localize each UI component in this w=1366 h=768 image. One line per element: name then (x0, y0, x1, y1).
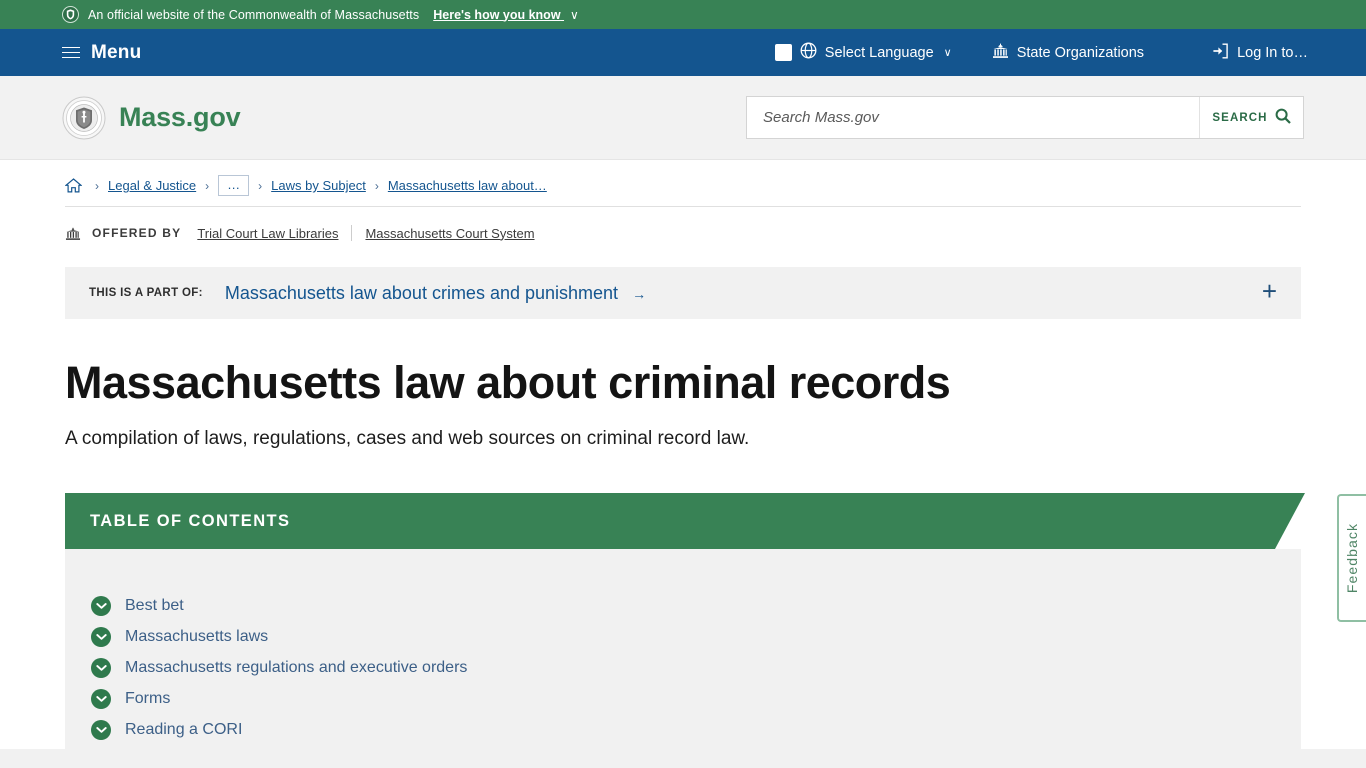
toc-header-row: TABLE OF CONTENTS (65, 493, 1305, 550)
official-site-text: An official website of the Commonwealth … (88, 7, 420, 22)
breadcrumb-separator: › (205, 178, 210, 193)
main-menu-button[interactable]: Menu (62, 42, 141, 64)
toc-list: Best bet Massachusetts laws Massachusett… (65, 590, 1301, 745)
toc-heading: TABLE OF CONTENTS (90, 511, 291, 530)
page-header: Massachusetts law about criminal records… (65, 319, 1301, 453)
toc-item-massachusetts-laws[interactable]: Massachusetts laws (91, 621, 1301, 652)
chevron-down-circle-icon (91, 657, 111, 678)
offered-by-label: OFFERED BY (92, 226, 182, 240)
search-icon (1275, 108, 1291, 127)
chevron-down-circle-icon (91, 719, 111, 740)
toc-header: TABLE OF CONTENTS (65, 493, 1275, 550)
login-arrow-icon (1212, 43, 1229, 63)
part-of-parent-label: Massachusetts law about crimes and punis… (224, 282, 619, 303)
globe-icon (800, 42, 817, 63)
site-masthead: Mass.gov SEARCH (0, 76, 1366, 160)
toc-item-massachusetts-regulations[interactable]: Massachusetts regulations and executive … (91, 652, 1301, 683)
capitol-icon (992, 43, 1009, 63)
log-in-button[interactable]: Log In to… (1192, 43, 1308, 63)
chevron-down-circle-icon (91, 688, 111, 709)
search-input[interactable] (747, 97, 1199, 138)
page-title: Massachusetts law about criminal records (65, 357, 951, 408)
toc-item-reading-a-cori[interactable]: Reading a CORI (91, 714, 1301, 745)
log-in-label: Log In to… (1237, 44, 1308, 61)
breadcrumb-expand-button[interactable]: … (218, 175, 250, 196)
page-content: › Legal & Justice › … › Laws by Subject … (0, 160, 1366, 768)
select-language-button[interactable]: G Select Language ∨ (774, 42, 972, 63)
breadcrumb-home-icon[interactable] (65, 178, 86, 193)
chevron-down-circle-icon (91, 595, 111, 616)
part-of-label: THIS IS A PART OF: (89, 287, 203, 299)
offered-by: OFFERED BY Trial Court Law Libraries Mas… (65, 207, 1301, 251)
toc-item-best-bet[interactable]: Best bet (91, 590, 1301, 621)
search-button-label: SEARCH (1212, 111, 1268, 124)
utility-nav-right: G Select Language ∨ State Organizations … (774, 42, 1366, 63)
offered-by-org-massachusetts-court-system[interactable]: Massachusetts Court System (365, 226, 534, 241)
offered-by-divider (351, 225, 353, 241)
toc-item-label: Forms (125, 689, 171, 707)
toc-header-skew-decoration (1275, 493, 1305, 550)
plus-icon[interactable]: + (1258, 278, 1281, 308)
toc-item-label: Reading a CORI (125, 720, 243, 738)
breadcrumb-separator: › (374, 178, 379, 193)
search-submit-button[interactable]: SEARCH (1199, 97, 1303, 138)
utility-nav-left: Menu (0, 42, 141, 64)
heres-how-you-know-toggle[interactable]: Here's how you know ∨ (433, 8, 579, 22)
capitol-icon (65, 226, 81, 241)
chevron-down-icon: ∨ (943, 47, 952, 59)
heres-how-you-know-label: Here's how you know (433, 7, 561, 22)
toc-item-forms[interactable]: Forms (91, 683, 1301, 714)
arrow-right-icon: → (632, 285, 647, 302)
feedback-tab-button[interactable]: Feedback (1337, 494, 1366, 622)
utility-navigation: Menu G Select Language ∨ State Organizat… (0, 29, 1366, 76)
google-translate-icon: G (774, 44, 792, 61)
state-organizations-button[interactable]: State Organizations (972, 43, 1164, 63)
feedback-label: Feedback (1344, 522, 1361, 594)
breadcrumb-separator: › (258, 178, 263, 193)
page-background-filler (0, 749, 1366, 768)
breadcrumb-item-legal-justice[interactable]: Legal & Justice (108, 178, 196, 193)
table-of-contents: TABLE OF CONTENTS Best bet Massachusetts… (65, 493, 1305, 750)
part-of-parent-link[interactable]: Massachusetts law about crimes and punis… (225, 283, 646, 304)
official-site-banner: An official website of the Commonwealth … (0, 0, 1366, 29)
page-subtitle: A compilation of laws, regulations, case… (65, 428, 750, 450)
breadcrumb: › Legal & Justice › … › Laws by Subject … (65, 160, 1301, 207)
breadcrumb-separator: › (95, 178, 99, 193)
toc-item-label: Massachusetts regulations and executive … (125, 658, 468, 676)
this-is-a-part-of-bar: THIS IS A PART OF: Massachusetts law abo… (65, 267, 1301, 319)
state-organizations-label: State Organizations (1016, 44, 1145, 61)
toc-item-label: Best bet (125, 596, 184, 614)
breadcrumb-item-laws-by-subject[interactable]: Laws by Subject (271, 178, 366, 193)
toc-item-label: Massachusetts laws (125, 627, 269, 645)
toc-body: Best bet Massachusetts laws Massachusett… (65, 549, 1301, 750)
chevron-down-circle-icon (91, 626, 111, 647)
breadcrumb-item-current[interactable]: Massachusetts law about… (388, 178, 547, 193)
state-seal-icon (62, 6, 79, 23)
site-search: SEARCH (746, 96, 1304, 139)
select-language-label: Select Language (824, 44, 934, 61)
chevron-down-icon: ∨ (570, 7, 579, 22)
hamburger-icon (62, 46, 80, 59)
offered-by-org-trial-court-law-libraries[interactable]: Trial Court Law Libraries (197, 226, 338, 241)
main-menu-label: Menu (91, 41, 142, 63)
massachusetts-seal-icon (62, 96, 106, 140)
massgov-home-link[interactable]: Mass.gov (0, 96, 241, 140)
massgov-wordmark: Mass.gov (119, 102, 241, 132)
